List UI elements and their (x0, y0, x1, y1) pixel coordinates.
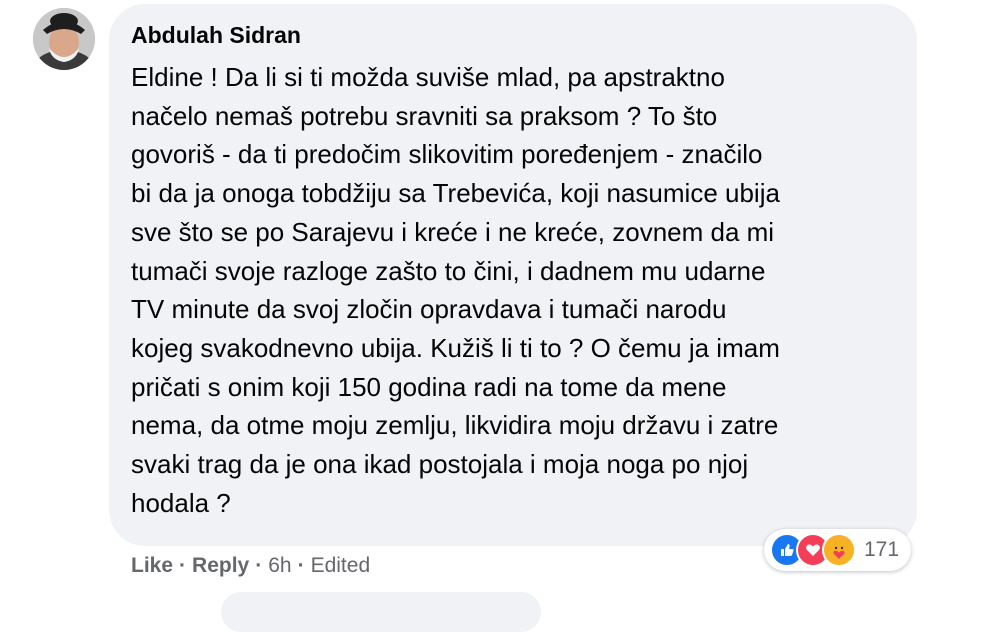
comment-line: nema, da otme moju zemlju, likvidira moj… (131, 410, 779, 441)
comment-text: Eldine ! Da li si ti možda suviše mlad, … (131, 58, 780, 522)
separator: · (179, 554, 187, 577)
separator: · (297, 554, 305, 577)
avatar-image (33, 8, 95, 70)
comment-line: bi da ja onoga tobdžiju sa Trebevića, ko… (131, 178, 780, 209)
comment-line: Eldine ! Da li si ti možda suviše mlad, … (131, 62, 725, 92)
next-comment-bubble (221, 592, 541, 632)
comment-line: načelo nemaš potrebu sravniti sa praksom… (131, 100, 718, 131)
comment-line: hodala ? (131, 487, 231, 518)
edited-label[interactable]: Edited (311, 554, 371, 578)
comment-line: svaki trag da je ona ikad postojala i mo… (131, 449, 749, 480)
comment-author[interactable]: Abdulah Sidran (131, 22, 301, 49)
avatar[interactable] (33, 8, 95, 70)
comment-line: pričati s onim koji 150 godina radi na t… (131, 371, 727, 402)
like-button[interactable]: Like (131, 554, 173, 578)
reaction-count: 171 (864, 538, 900, 561)
comment-line: kojeg svakodnevno ubija. Kužiš li ti to … (131, 332, 780, 363)
separator: · (255, 554, 263, 577)
timestamp-link[interactable]: 6h (268, 554, 291, 578)
comment-line: govoriš - da ti predočim slikovitim pore… (131, 139, 763, 170)
care-reaction-icon (822, 533, 856, 567)
comment-line: tumači svoje razloge zašto to čini, i da… (131, 255, 766, 286)
reactions-summary[interactable]: 171 (764, 529, 912, 571)
comment-line: sve što se po Sarajevu i kreće i ne kreć… (131, 216, 775, 247)
comment-actions: Like · Reply · 6h · Edited (131, 554, 370, 578)
comment-line: TV minute da svoj zločin opravdava i tum… (131, 294, 727, 325)
reply-button[interactable]: Reply (192, 554, 249, 578)
